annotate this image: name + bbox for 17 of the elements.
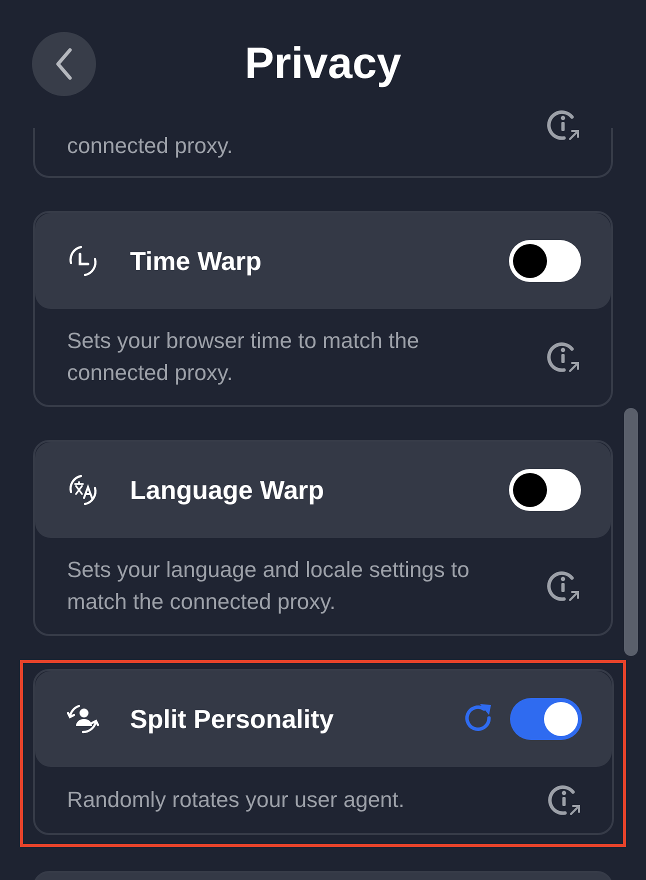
page-title: Privacy	[244, 38, 402, 90]
toggle-switch[interactable]	[509, 469, 581, 511]
info-link-icon[interactable]	[547, 340, 581, 374]
setting-description: Sets your browser time to match the connected proxy.	[67, 327, 420, 387]
setting-description: Randomly rotates your user agent.	[67, 786, 405, 814]
setting-description: Sets your language and locale settings to match the connected proxy.	[67, 556, 470, 616]
setting-description: connected proxy.	[67, 132, 233, 160]
info-link-icon[interactable]	[548, 783, 582, 817]
info-link-icon[interactable]	[547, 108, 581, 142]
toggle-switch[interactable]	[510, 698, 582, 740]
chevron-left-icon	[54, 47, 74, 81]
info-link-icon[interactable]	[547, 569, 581, 603]
setting-title: Split Personality	[130, 702, 335, 736]
setting-title: Time Warp	[130, 244, 262, 278]
scrollbar-thumb[interactable]	[624, 408, 638, 656]
toggle-switch[interactable]	[509, 240, 581, 282]
setting-title: Language Warp	[130, 474, 326, 506]
